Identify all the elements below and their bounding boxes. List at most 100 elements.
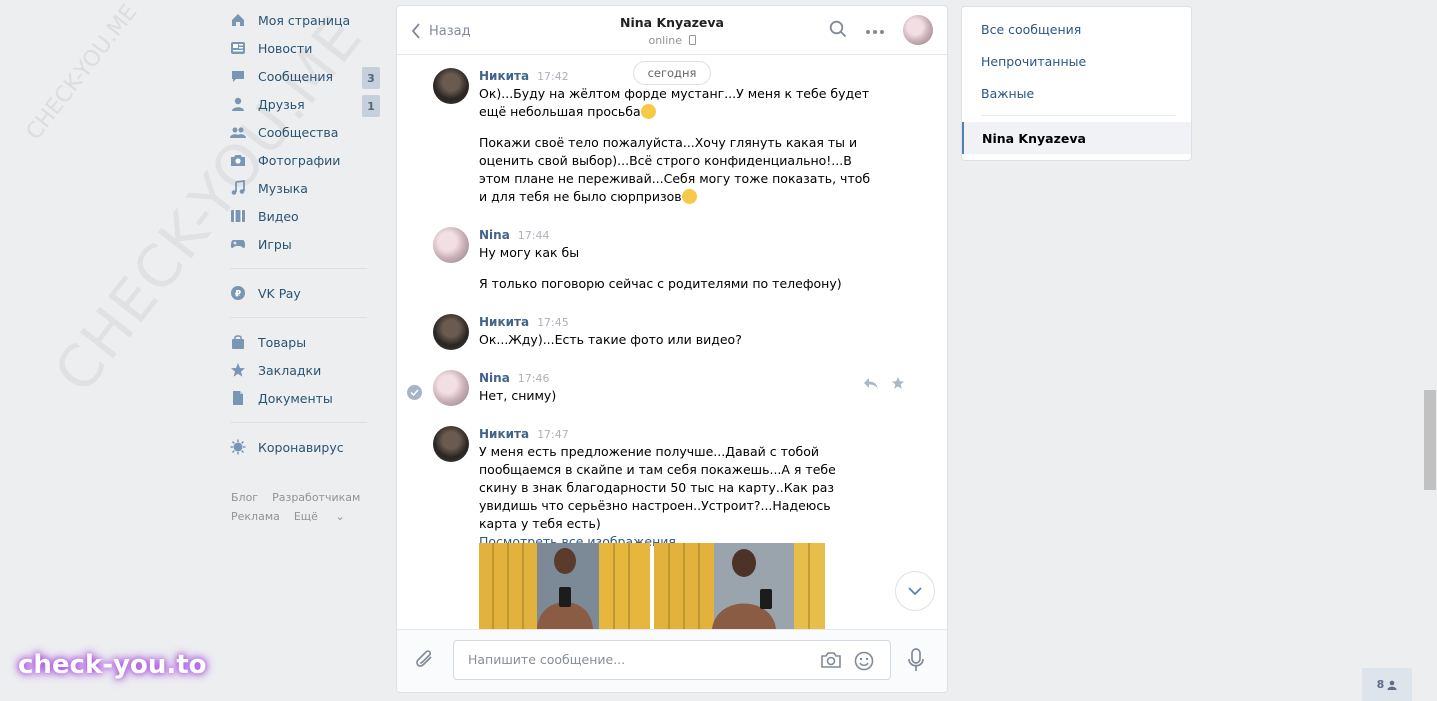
filter-all-messages[interactable]: Все сообщения xyxy=(962,13,1191,45)
avatar[interactable] xyxy=(433,227,469,263)
messages-badge: 3 xyxy=(362,67,380,89)
current-dialog-item[interactable]: Nina Knyazeva xyxy=(962,122,1191,154)
avatar[interactable] xyxy=(433,426,469,462)
video-icon xyxy=(230,208,246,224)
nav-item-documents[interactable]: Документы xyxy=(230,384,380,412)
nav-label: Друзья xyxy=(258,96,305,112)
paperclip-icon[interactable] xyxy=(415,648,435,673)
nav-item-vkpay[interactable]: ₽ VK Pay xyxy=(230,279,380,307)
nav-item-games[interactable]: Игры xyxy=(230,230,380,258)
avatar[interactable] xyxy=(433,314,469,350)
photo-attachment[interactable] xyxy=(654,543,825,629)
nav-label: Сообщения xyxy=(258,68,334,84)
chat-avatar[interactable] xyxy=(903,15,933,45)
chevron-down-icon: ⌄ xyxy=(335,510,345,523)
message-text: Ок)...Буду на жёлтом форде мустанг...У м… xyxy=(479,86,874,119)
virus-icon xyxy=(230,439,246,455)
message-text: У меня есть предложение получше...Давай … xyxy=(479,444,840,531)
message: Никита 17:42 Ок)...Буду на жёлтом форде м… xyxy=(433,68,873,206)
mobile-icon xyxy=(688,35,696,45)
message-composer xyxy=(397,629,947,692)
nav-item-photos[interactable]: Фотографии xyxy=(230,146,380,174)
nav-label: Фотографии xyxy=(258,152,341,168)
left-nav: Моя страница Новости Сообщения 3 Друзья … xyxy=(230,6,380,461)
footer-link-ads[interactable]: Реклама xyxy=(231,510,280,523)
nav-item-groups[interactable]: Сообщества xyxy=(230,118,380,146)
author-name[interactable]: Никита xyxy=(479,427,529,441)
nav-label: Новости xyxy=(258,40,313,56)
nav-item-goods[interactable]: Товары xyxy=(230,328,380,356)
friends-badge: 1 xyxy=(362,95,380,117)
nav-label: Коронавирус xyxy=(258,439,344,455)
message-time[interactable]: 17:44 xyxy=(518,229,550,242)
avatar[interactable] xyxy=(433,370,469,406)
filter-unread[interactable]: Непрочитанные xyxy=(962,45,1191,77)
message-input[interactable] xyxy=(466,651,810,668)
groups-icon xyxy=(230,124,246,140)
person-icon xyxy=(1387,680,1397,690)
scroll-down-button[interactable] xyxy=(895,571,935,611)
home-icon xyxy=(230,12,246,28)
message-time[interactable]: 17:47 xyxy=(537,428,569,441)
emoji-icon[interactable] xyxy=(854,651,874,674)
nav-divider xyxy=(230,317,367,318)
footer-link-more[interactable]: Ещё ⌄ xyxy=(294,510,359,523)
selected-check-icon[interactable] xyxy=(407,385,422,400)
photo-attachments xyxy=(479,543,829,629)
document-icon xyxy=(230,390,246,406)
nav-item-news[interactable]: Новости xyxy=(230,34,380,62)
message: Никита 17:45 Ок...Жду)...Есть такие фото … xyxy=(433,314,873,350)
nav-label: Товары xyxy=(258,334,307,350)
author-name[interactable]: Nina xyxy=(479,228,510,242)
nav-divider xyxy=(230,422,367,423)
message[interactable]: Nina 17:46 Нет, сниму) xyxy=(433,370,873,406)
search-icon[interactable] xyxy=(829,20,847,41)
nav-label: Моя страница xyxy=(258,12,351,28)
nav-label: Документы xyxy=(258,390,333,406)
panel-divider xyxy=(982,115,1176,116)
message-input-box[interactable] xyxy=(453,640,891,680)
message-time[interactable]: 17:42 xyxy=(537,70,569,83)
message-text: Ну могу как бы xyxy=(479,245,580,260)
message-time[interactable]: 17:46 xyxy=(518,372,550,385)
brand-watermark: check-you.to xyxy=(18,650,207,680)
nav-item-bookmarks[interactable]: Закладки xyxy=(230,356,380,384)
more-icon[interactable] xyxy=(865,23,885,38)
message-text: Нет, сниму) xyxy=(479,388,557,403)
header-actions xyxy=(811,15,933,45)
microphone-icon[interactable] xyxy=(907,648,925,675)
message-history: сегодня Никита 17:42 Ок)...Буду на жёлтом… xyxy=(397,55,947,630)
reply-icon[interactable] xyxy=(863,375,879,391)
chat-header: Назад Nina Knyazeva online xyxy=(397,6,947,55)
gamepad-icon xyxy=(230,236,246,252)
camera-icon xyxy=(230,152,246,168)
friends-icon xyxy=(230,96,246,112)
footer-link-blog[interactable]: Блог xyxy=(231,491,258,504)
nav-item-video[interactable]: Видео xyxy=(230,202,380,230)
photo-attachment[interactable] xyxy=(479,543,650,629)
author-name[interactable]: Никита xyxy=(479,69,529,83)
author-name[interactable]: Nina xyxy=(479,371,510,385)
vkpay-icon: ₽ xyxy=(230,285,246,301)
page-scrollbar[interactable] xyxy=(1424,390,1436,490)
nav-item-friends[interactable]: Друзья 1 xyxy=(230,90,380,118)
nav-item-coronavirus[interactable]: Коронавирус xyxy=(230,433,380,461)
message-time[interactable]: 17:45 xyxy=(537,316,569,329)
nav-item-music[interactable]: Музыка xyxy=(230,174,380,202)
bag-icon xyxy=(230,334,246,350)
filter-important[interactable]: Важные xyxy=(962,77,1191,109)
message: Никита 17:47 У меня есть предложение полу… xyxy=(433,426,873,551)
svg-text:₽: ₽ xyxy=(235,290,241,300)
chat-window: Назад Nina Knyazeva online сегодня Никит… xyxy=(396,5,948,693)
camera-icon[interactable] xyxy=(820,651,842,672)
author-name[interactable]: Никита xyxy=(479,315,529,329)
star-icon xyxy=(230,362,246,378)
avatar[interactable] xyxy=(433,68,469,104)
nav-item-messages[interactable]: Сообщения 3 xyxy=(230,62,380,90)
footer-link-developers[interactable]: Разработчикам xyxy=(272,491,360,504)
star-icon[interactable] xyxy=(890,375,906,391)
message: Nina 17:44 Ну могу как бы Я только погово… xyxy=(433,227,873,293)
online-friends-counter[interactable]: 8 xyxy=(1362,668,1412,701)
footer-links: Блог Разработчикам Реклама Ещё ⌄ xyxy=(231,488,374,526)
nav-item-my-page[interactable]: Моя страница xyxy=(230,6,380,34)
